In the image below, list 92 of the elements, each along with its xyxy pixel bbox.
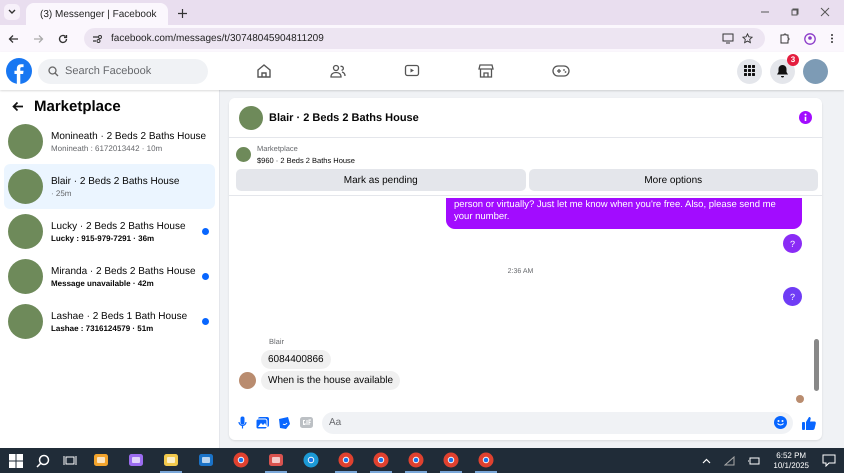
photo-placeholder xyxy=(8,304,43,339)
back-arrow-icon[interactable] xyxy=(8,34,19,44)
task-view-icon[interactable] xyxy=(63,454,77,467)
outgoing-message: ? xyxy=(783,234,802,253)
puzzle-icon[interactable] xyxy=(779,33,790,44)
search-icon xyxy=(48,66,59,76)
star-icon[interactable] xyxy=(742,33,753,44)
chat-title: Blair · 2 Beds 2 Baths House xyxy=(269,112,419,124)
video-icon[interactable] xyxy=(404,63,420,79)
shop-icon[interactable] xyxy=(478,63,494,79)
photo-placeholder xyxy=(8,169,43,204)
message-field[interactable]: Aa xyxy=(322,412,793,434)
outgoing-message: person or virtually? Just let me know when you're free. Also, please send me your number. xyxy=(446,198,802,229)
circle-logo-icon xyxy=(373,452,389,468)
conversation-item[interactable]: Miranda · 2 Beds 2 Baths House Message unavailable · 42m xyxy=(4,254,215,299)
circle-logo-icon xyxy=(338,452,354,468)
conversation-item[interactable]: Blair · 2 Beds 2 Baths House · 25m xyxy=(4,164,215,209)
circle-logo-icon xyxy=(233,452,249,468)
clock-date: 10/1/2025 xyxy=(773,460,809,470)
conversation-item[interactable]: Lashae · 2 Beds 1 Bath House Lashae : 7316124579 · 51m xyxy=(4,299,215,344)
install-app-icon[interactable] xyxy=(722,33,734,44)
conversation-preview: Message unavailable · 42m xyxy=(51,278,155,288)
new-tab-icon[interactable] xyxy=(178,9,187,18)
gamepad-icon[interactable] xyxy=(552,64,570,78)
clock-time: 6:52 PM xyxy=(776,450,806,460)
notification-center-icon[interactable] xyxy=(822,454,836,467)
thumbs-up-icon[interactable] xyxy=(802,416,816,430)
restore-icon[interactable] xyxy=(790,7,800,17)
app-tile-icon xyxy=(268,452,284,468)
address-bar[interactable]: facebook.com/messages/t/30748045904811209 xyxy=(84,28,765,49)
network-icon[interactable] xyxy=(724,456,736,466)
conversation-preview: · 25m xyxy=(51,188,72,198)
photo-placeholder xyxy=(8,214,43,249)
conversation-preview: Lashae : 7316124579 · 51m xyxy=(51,324,154,332)
circle-logo-icon xyxy=(408,452,424,468)
browser-tab[interactable]: (3) Messenger | Facebook xyxy=(26,3,168,25)
tab-title: (3) Messenger | Facebook xyxy=(40,8,157,20)
notification-count: 3 xyxy=(787,54,799,66)
info-icon[interactable] xyxy=(799,111,812,124)
conversation-item[interactable]: Monineath · 2 Beds 2 Baths House Monineath : 6172013442 · 10m xyxy=(4,119,215,164)
battery-icon[interactable] xyxy=(748,456,760,464)
marketplace-heading: Marketplace xyxy=(34,98,121,115)
chevron-up-icon[interactable] xyxy=(702,458,712,464)
conversation-title: Miranda · 2 Beds 2 Baths House xyxy=(51,266,194,276)
circle-logo-icon xyxy=(478,452,494,468)
tab-list-button[interactable] xyxy=(4,4,20,20)
scrollbar[interactable] xyxy=(814,339,819,391)
site-settings-icon[interactable] xyxy=(92,34,103,44)
outgoing-message: ? xyxy=(783,287,802,306)
circle-logo-icon xyxy=(303,452,319,468)
image-icon[interactable] xyxy=(256,416,269,428)
profile-icon[interactable] xyxy=(804,32,816,44)
photo-placeholder xyxy=(239,106,263,130)
url-text: facebook.com/messages/t/30748045904811209 xyxy=(111,33,324,44)
profile-picture[interactable] xyxy=(803,58,828,84)
sticker-icon[interactable] xyxy=(278,416,291,428)
menu-button[interactable] xyxy=(737,58,762,84)
home-icon[interactable] xyxy=(256,63,272,79)
app-tile-icon xyxy=(163,452,179,468)
close-window-icon[interactable] xyxy=(820,7,830,17)
conversation-item[interactable]: Lucky · 2 Beds 2 Baths House Lucky : 915-979-7291 · 36m xyxy=(4,209,215,254)
search-icon[interactable] xyxy=(36,454,50,468)
bell-icon xyxy=(776,64,789,78)
conversation-title: Lucky · 2 Beds 2 Baths House xyxy=(51,220,187,232)
photo-placeholder xyxy=(8,259,43,294)
more-vertical-icon[interactable] xyxy=(830,33,834,44)
app-tile-icon xyxy=(128,452,144,468)
conversation-title: Blair · 2 Beds 2 Baths House xyxy=(51,176,180,186)
app-tile-icon xyxy=(93,452,109,468)
windows-logo-icon[interactable] xyxy=(9,454,23,468)
people-icon[interactable] xyxy=(330,63,346,79)
facebook-logo-icon[interactable] xyxy=(6,58,32,84)
search-field[interactable]: Search Facebook xyxy=(38,58,208,84)
conversation-preview: Monineath : 6172013442 · 10m xyxy=(51,144,164,152)
read-receipt-avatar xyxy=(796,395,804,403)
conversation-title: Monineath · 2 Beds 2 Baths House xyxy=(51,130,208,142)
action-button[interactable]: More options xyxy=(528,169,818,191)
conversation-preview: Lucky : 915-979-7291 · 36m xyxy=(51,234,156,242)
circle-logo-icon xyxy=(443,452,459,468)
photo-placeholder xyxy=(236,147,251,162)
emoji-icon[interactable] xyxy=(774,416,787,429)
action-button[interactable]: Mark as pending xyxy=(236,169,526,191)
photo-placeholder xyxy=(8,124,43,159)
incoming-message: 6084400866 xyxy=(261,350,331,369)
microphone-icon[interactable] xyxy=(238,416,247,429)
reload-icon[interactable] xyxy=(58,34,68,44)
back-arrow-icon[interactable] xyxy=(12,101,24,112)
incoming-message: When is the house available xyxy=(261,371,400,390)
grid-icon xyxy=(744,65,756,77)
conversation-title: Lashae · 2 Beds 1 Bath House xyxy=(51,310,188,322)
app-tile-icon xyxy=(198,452,214,468)
chevron-down-icon xyxy=(8,9,16,15)
